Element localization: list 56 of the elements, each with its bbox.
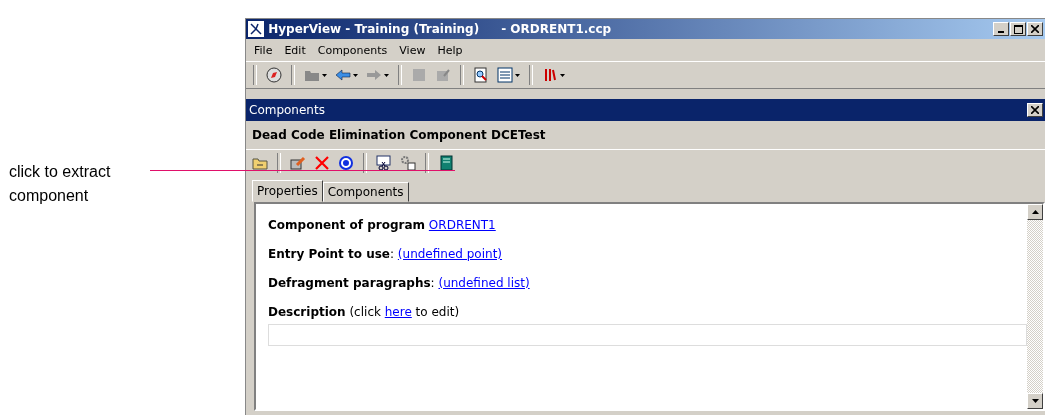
caret-icon xyxy=(384,73,389,77)
list-icon xyxy=(497,67,513,83)
caret-icon xyxy=(515,73,520,77)
menu-item[interactable]: Components xyxy=(311,43,394,57)
up-arrow-icon xyxy=(1031,210,1039,214)
close-button[interactable] xyxy=(1027,103,1043,117)
book-icon xyxy=(438,155,454,171)
down-arrow-icon xyxy=(1031,399,1039,403)
window-title: HyperView - Training (Training) xyxy=(267,22,480,36)
scrollbar[interactable] xyxy=(1027,204,1043,409)
scroll-down-button[interactable] xyxy=(1027,393,1043,409)
maximize-icon xyxy=(1013,24,1023,34)
panel-title: Components xyxy=(249,103,325,117)
back-arrow-icon xyxy=(335,67,351,83)
annotation-text: click to extract component xyxy=(9,162,112,206)
circle-icon xyxy=(338,155,354,171)
close-icon xyxy=(1031,25,1039,33)
menu-item[interactable]: Help xyxy=(431,43,469,57)
property-text: Entry Point to use: (undefined point) xyxy=(268,247,503,261)
menu-item[interactable]: View xyxy=(393,43,432,57)
compass-icon xyxy=(266,67,282,83)
document-icon xyxy=(411,67,427,83)
link[interactable]: ORDRENT1 xyxy=(428,218,496,232)
menu-item[interactable]: Edit xyxy=(278,43,312,57)
link[interactable]: (undefined point) xyxy=(397,247,502,261)
document-name: - ORDRENT1.ccp xyxy=(501,22,612,36)
property-text: Component of program ORDRENT1 xyxy=(268,218,497,232)
forward-arrow-icon xyxy=(366,67,382,83)
caret-icon xyxy=(560,73,565,77)
link[interactable]: (undefined list) xyxy=(438,276,530,290)
edit-document-icon xyxy=(435,67,451,83)
tools-icon xyxy=(542,67,558,83)
cross-icon xyxy=(314,155,330,171)
close-icon xyxy=(1031,106,1039,114)
property-text: Defragment paragraphs: (undefined list) xyxy=(268,276,531,290)
close-button[interactable] xyxy=(1027,22,1043,36)
gear-icon xyxy=(400,155,416,171)
scroll-up-button[interactable] xyxy=(1027,204,1043,220)
caret-icon xyxy=(322,73,327,77)
minimize-button[interactable] xyxy=(993,22,1009,36)
scissors-icon xyxy=(376,155,392,171)
maximize-button[interactable] xyxy=(1010,22,1026,36)
property-text: Description (click here to edit) xyxy=(268,305,461,319)
folder-icon xyxy=(252,155,268,171)
component-heading: Dead Code Elimination Component DCETest xyxy=(246,121,1045,150)
tab[interactable]: Properties xyxy=(252,180,323,202)
compass-button[interactable] xyxy=(264,64,284,86)
tab[interactable]: Components xyxy=(322,182,409,202)
app-icon xyxy=(248,21,264,37)
list-button[interactable] xyxy=(495,64,522,86)
magnifier-icon xyxy=(473,67,489,83)
caret-icon xyxy=(353,73,358,77)
menu-item[interactable]: File xyxy=(248,43,279,57)
pencil-icon xyxy=(290,155,306,171)
link[interactable]: here xyxy=(384,305,412,319)
description-field[interactable] xyxy=(268,324,1027,346)
